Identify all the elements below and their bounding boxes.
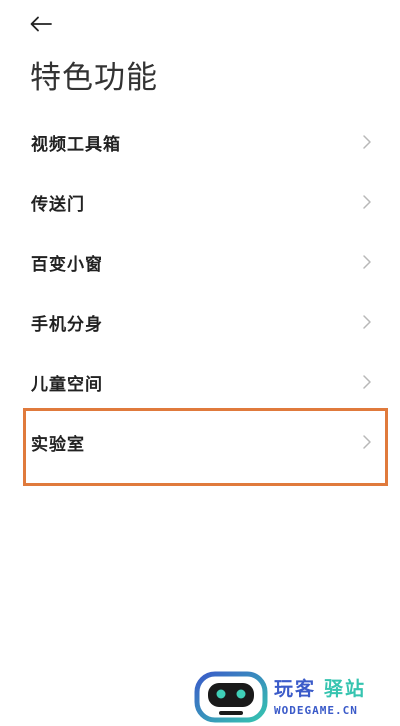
list-item-label: 儿童空间 [31, 374, 103, 395]
chevron-right-icon [363, 255, 371, 269]
chevron-right-icon [363, 315, 371, 329]
list-item-label: 视频工具箱 [31, 134, 121, 155]
list-item-dual-apps[interactable]: 手机分身 [0, 292, 400, 352]
list-item-label: 百变小窗 [31, 254, 103, 275]
list-item-kids-space[interactable]: 儿童空间 [0, 352, 400, 412]
chevron-right-icon [363, 135, 371, 149]
chevron-right-icon [363, 375, 371, 389]
back-button[interactable] [30, 12, 56, 36]
list-item-label: 实验室 [31, 434, 85, 455]
watermark: 玩客 驿站 WODEGAME.CN [194, 666, 400, 726]
list-item-floating-window[interactable]: 百变小窗 [0, 232, 400, 292]
back-arrow-icon [30, 16, 52, 32]
watermark-url: WODEGAME.CN [274, 704, 358, 717]
chevron-right-icon [363, 195, 371, 209]
chevron-right-icon [363, 435, 371, 449]
list-item-label: 传送门 [31, 194, 85, 215]
feature-list: 视频工具箱 传送门 百变小窗 手机分身 儿童空间 实验室 [0, 112, 400, 472]
robot-logo-icon [194, 671, 268, 723]
list-item-video-toolbox[interactable]: 视频工具箱 [0, 112, 400, 172]
list-item-portal[interactable]: 传送门 [0, 172, 400, 232]
watermark-name-part1: 玩客 [274, 678, 317, 700]
list-item-laboratory[interactable]: 实验室 [0, 412, 400, 472]
page-title: 特色功能 [30, 60, 158, 96]
watermark-name-part2: 驿站 [324, 678, 367, 700]
watermark-name: 玩客 驿站 [274, 674, 366, 701]
list-item-label: 手机分身 [31, 314, 103, 335]
